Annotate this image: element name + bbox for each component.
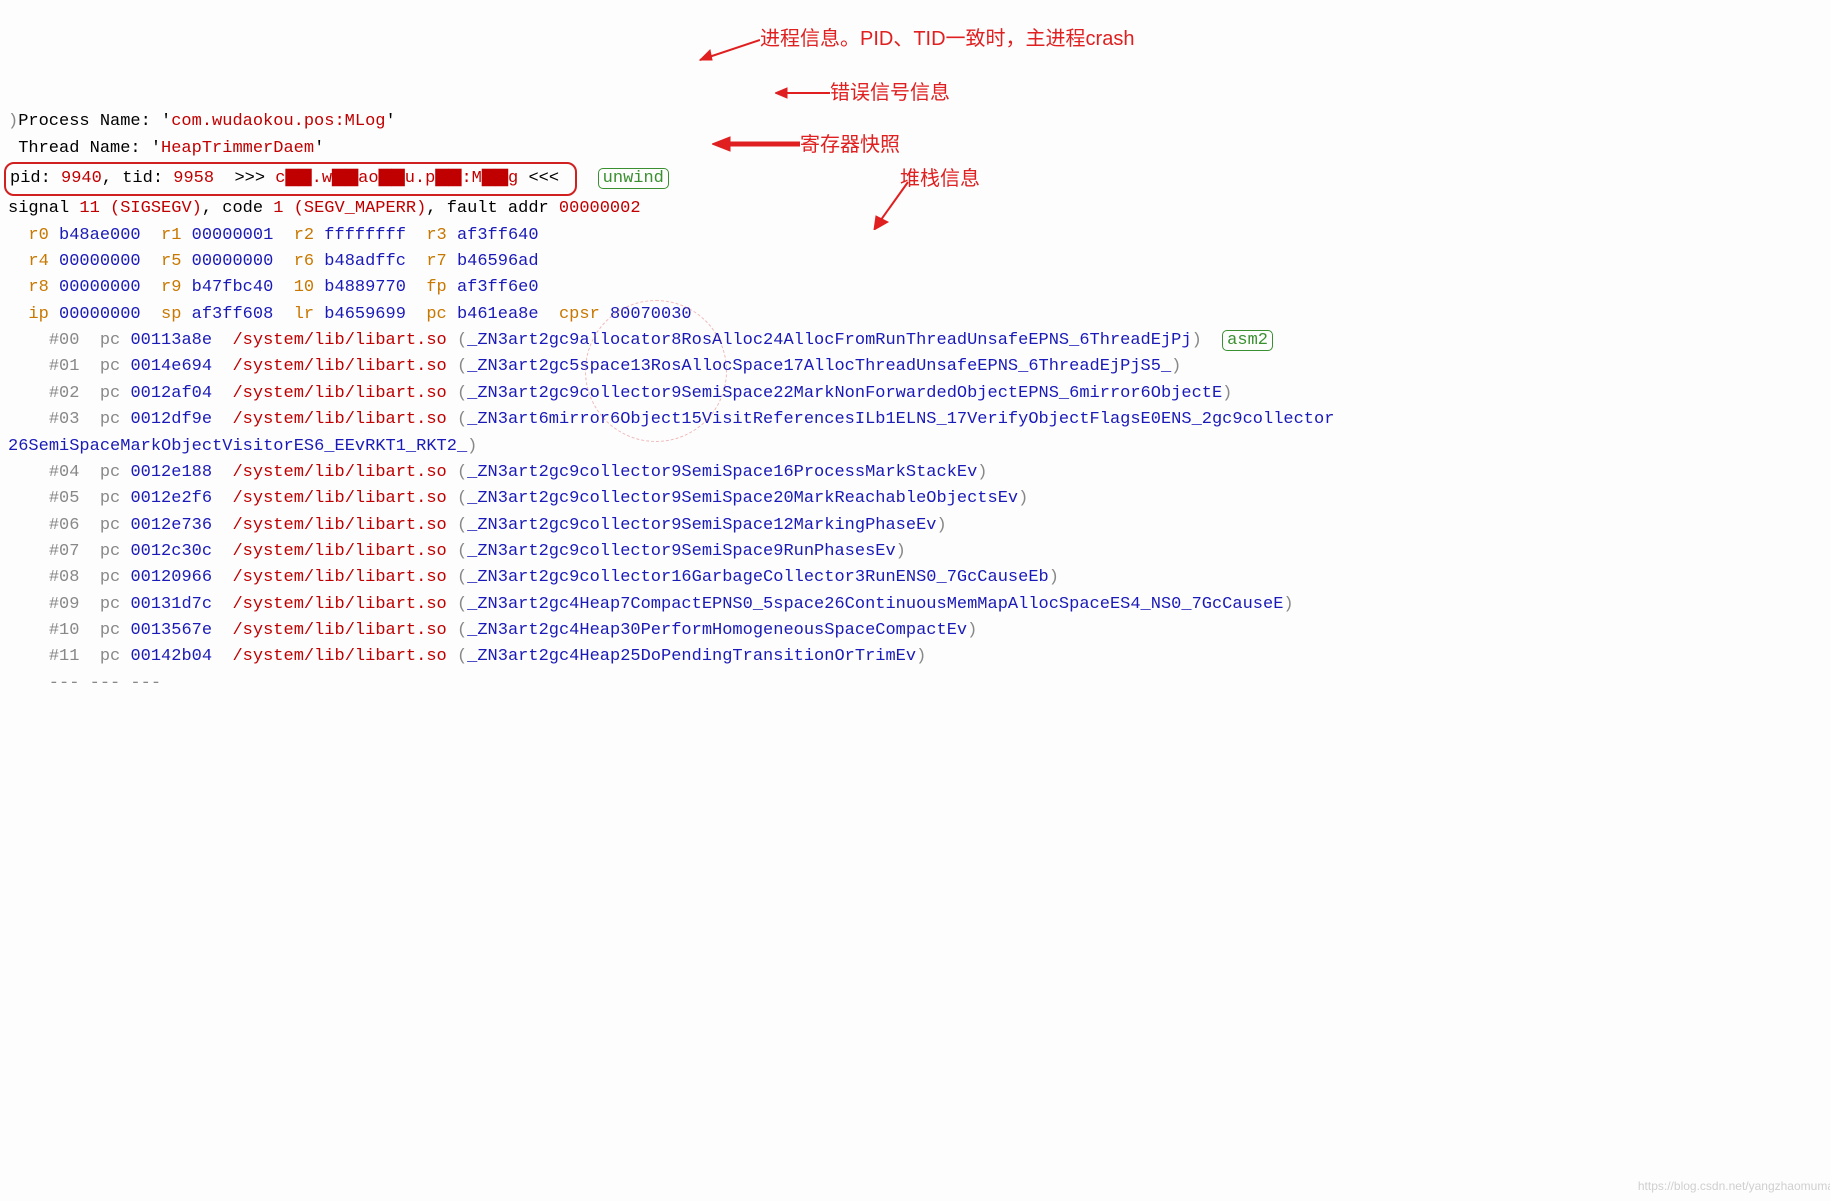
watermark-circle <box>585 300 727 442</box>
pid-tid-line: pid: 9940, tid: 9958 >>> c▇▇.w▇▇ao▇▇u.p▇… <box>4 162 577 196</box>
annotation-signal-info: 错误信号信息 <box>830 78 950 109</box>
annotation-stack: 堆栈信息 <box>900 164 980 195</box>
unwind-badge[interactable]: unwind <box>598 168 669 189</box>
annotation-process-info: 进程信息。PID、TID一致时，主进程crash <box>760 24 1134 55</box>
watermark-text: https://blog.csdn.net/yangzhaomuma <box>1638 1177 1830 1196</box>
asm-badge[interactable]: asm2 <box>1222 330 1273 351</box>
annotation-registers: 寄存器快照 <box>800 130 900 161</box>
crash-log: )Process Name: 'com.wudaokou.pos:MLog' T… <box>8 109 1830 697</box>
